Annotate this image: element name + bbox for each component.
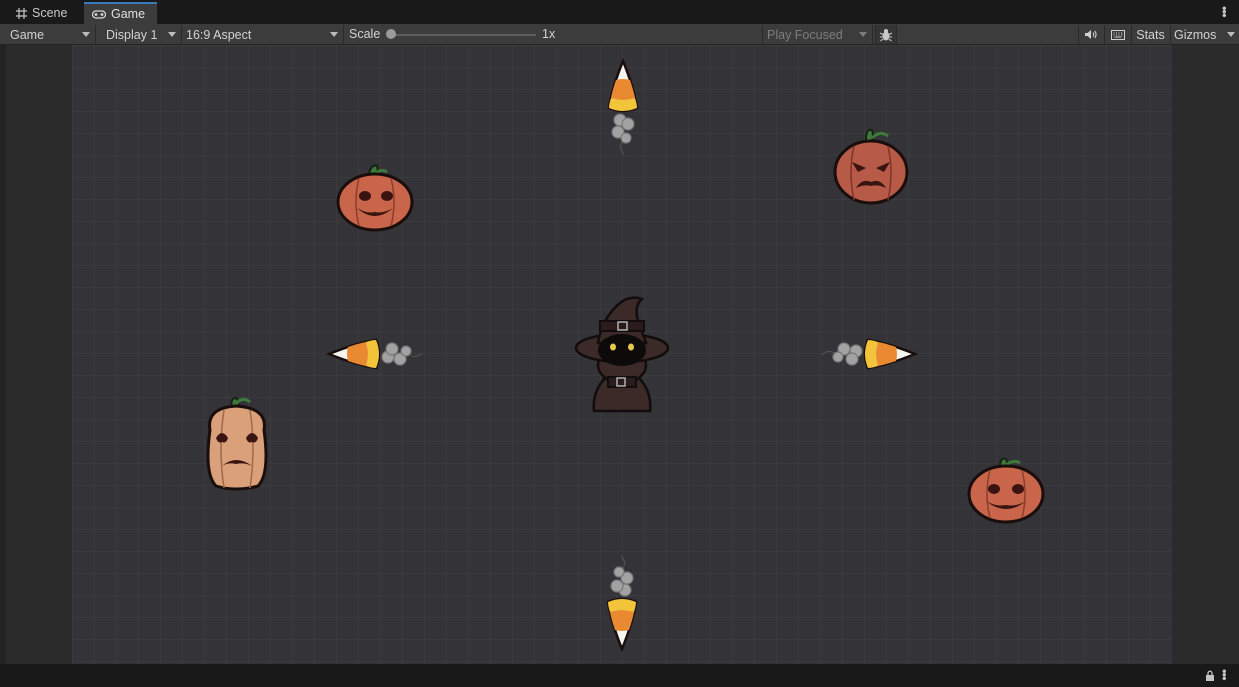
chevron-down-icon [82, 32, 90, 37]
lock-icon[interactable] [1205, 670, 1215, 681]
tab-game-label: Game [111, 7, 146, 21]
bug-icon [879, 28, 893, 41]
mute-audio-button[interactable] [1078, 25, 1102, 44]
chevron-down-icon [168, 32, 176, 37]
tab-scene[interactable]: Scene [6, 2, 77, 24]
angry-jack-o-lantern-sprite [833, 128, 909, 205]
tab-bar: Scene Game ••• [0, 0, 1239, 24]
scale-label: Scale [349, 27, 381, 41]
aspect-dropdown[interactable]: 16:9 Aspect [182, 25, 344, 44]
grid-icon [16, 7, 27, 19]
candy-corn-projectile-sprite [606, 555, 638, 652]
play-mode-dropdown[interactable]: Play Focused [762, 25, 873, 44]
candy-corn-projectile-sprite [326, 338, 423, 370]
sad-pumpkin-sprite [206, 396, 268, 491]
chevron-down-icon [1227, 32, 1235, 37]
gamepad-icon [92, 9, 106, 19]
tab-scene-label: Scene [32, 6, 68, 20]
candy-corn-projectile-sprite [821, 338, 918, 370]
more-options-icon[interactable]: ••• [1217, 6, 1232, 17]
gizmos-dropdown[interactable]: Gizmos [1170, 25, 1239, 44]
play-mode-value: Play Focused [767, 27, 843, 42]
more-options-icon[interactable]: ••• [1217, 669, 1232, 680]
gizmos-label: Gizmos [1174, 27, 1217, 42]
speaker-icon [1085, 30, 1097, 39]
scale-slider-thumb[interactable] [386, 29, 396, 39]
view-mode-dropdown[interactable]: Game [6, 25, 96, 44]
chevron-down-icon [330, 32, 338, 37]
display-dropdown[interactable]: Display 1 [102, 25, 182, 44]
game-toolbar: Game Display 1 16:9 Aspect Scale 1x Play… [0, 24, 1239, 45]
aspect-value: 16:9 Aspect [186, 27, 252, 42]
display-value: Display 1 [106, 27, 158, 42]
tab-game[interactable]: Game [84, 2, 157, 24]
candy-corn-projectile-sprite [607, 58, 639, 155]
frame-debugger-button[interactable] [875, 25, 897, 44]
stats-button[interactable]: Stats [1131, 25, 1169, 44]
status-bar: ••• [0, 664, 1239, 687]
stats-label: Stats [1136, 27, 1165, 42]
witch-player-sprite [574, 296, 670, 413]
keyboard-icon [1110, 29, 1125, 40]
panel-edge [0, 45, 6, 664]
shortcuts-button[interactable] [1104, 25, 1130, 44]
jack-o-lantern-sprite [967, 457, 1045, 524]
jack-o-lantern-sprite [336, 164, 414, 232]
scale-slider-track[interactable] [391, 34, 536, 36]
scale-value: 1x [542, 27, 556, 41]
chevron-down-icon [859, 32, 867, 37]
view-mode-value: Game [10, 27, 45, 42]
